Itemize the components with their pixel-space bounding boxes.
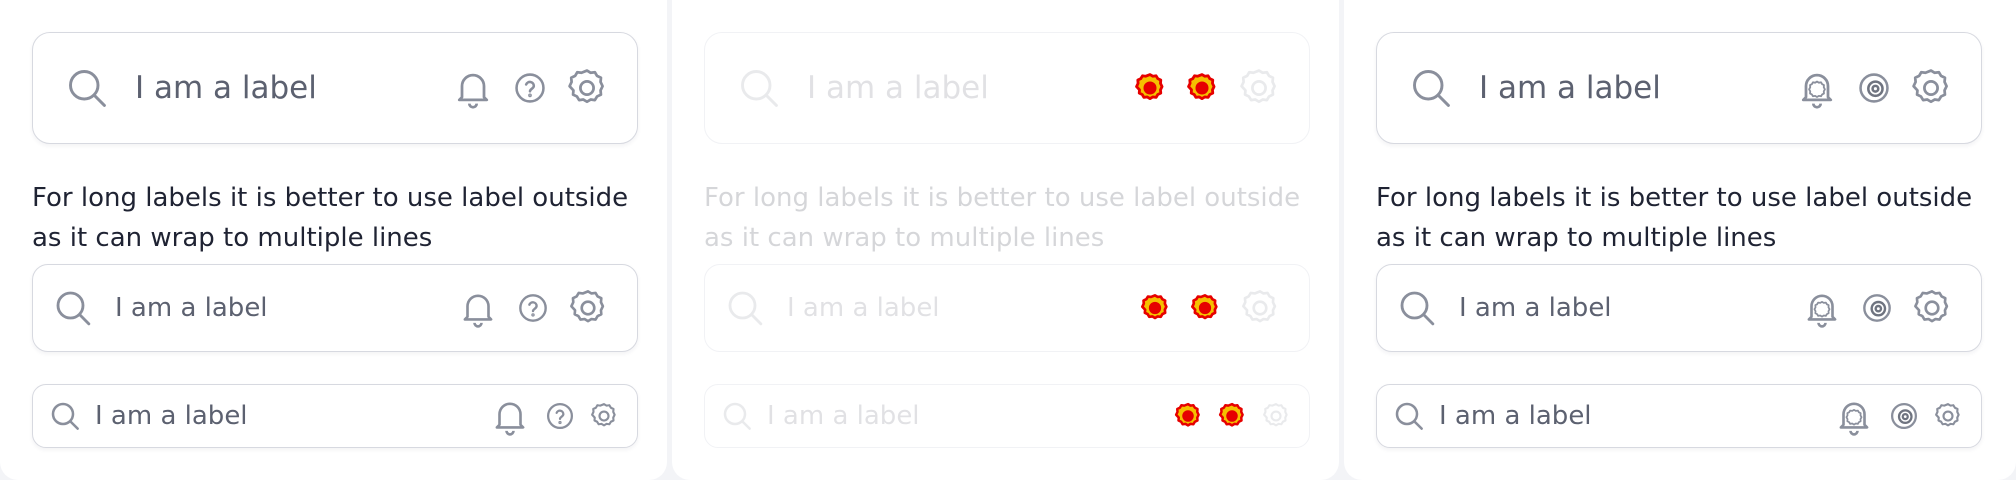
gear-icon[interactable]	[1189, 292, 1221, 324]
bell-icon[interactable]	[1833, 395, 1875, 437]
search-icon	[53, 288, 93, 328]
panel-disabled: I am a label For long labels it is bette…	[672, 0, 1339, 480]
help-circle-icon[interactable]	[545, 401, 575, 431]
gear-icon[interactable]	[1139, 292, 1171, 324]
field-label: I am a label	[787, 293, 940, 323]
search-icon	[1397, 288, 1437, 328]
search-icon	[1409, 66, 1453, 110]
search-field-medium[interactable]: I am a label	[32, 264, 638, 352]
help-circle-icon[interactable]	[1861, 292, 1893, 324]
search-icon	[49, 400, 81, 432]
help-circle-icon[interactable]	[1889, 401, 1919, 431]
helper-text: For long labels it is better to use labe…	[32, 183, 629, 253]
field-label: I am a label	[1479, 70, 1661, 106]
field-label: I am a label	[807, 70, 989, 106]
gear-icon[interactable]	[1909, 66, 1953, 110]
field-label: I am a label	[1459, 293, 1612, 323]
gear-icon[interactable]	[1185, 71, 1219, 105]
search-field-small[interactable]: I am a label	[704, 384, 1310, 448]
gear-icon[interactable]	[1911, 287, 1953, 329]
search-icon	[721, 400, 753, 432]
search-icon	[725, 288, 765, 328]
help-circle-icon[interactable]	[513, 71, 547, 105]
search-field-medium[interactable]: I am a label	[1376, 264, 1982, 352]
search-field-small[interactable]: I am a label	[1376, 384, 1982, 448]
search-icon	[1393, 400, 1425, 432]
bell-icon[interactable]	[1795, 66, 1839, 110]
bell-icon[interactable]	[457, 287, 499, 329]
search-field-small[interactable]: I am a label	[32, 384, 638, 448]
field-label: I am a label	[95, 401, 248, 431]
bell-icon[interactable]	[489, 395, 531, 437]
gear-icon[interactable]	[1133, 71, 1167, 105]
panel-default: I am a label For long labels it is bette…	[0, 0, 667, 480]
canvas: I am a label For long labels it is bette…	[0, 0, 2016, 480]
helper-text: For long labels it is better to use labe…	[704, 183, 1301, 253]
gear-icon[interactable]	[565, 66, 609, 110]
field-label: I am a label	[135, 70, 317, 106]
search-field-medium[interactable]: I am a label	[704, 264, 1310, 352]
help-circle-icon[interactable]	[517, 292, 549, 324]
field-label: I am a label	[1439, 401, 1592, 431]
field-label: I am a label	[767, 401, 920, 431]
gear-icon[interactable]	[1237, 66, 1281, 110]
gear-icon[interactable]	[1217, 401, 1247, 431]
gear-icon[interactable]	[1173, 401, 1203, 431]
helper-text: For long labels it is better to use labe…	[1376, 183, 1973, 253]
bell-icon[interactable]	[451, 66, 495, 110]
gear-icon[interactable]	[589, 401, 619, 431]
gear-icon[interactable]	[1239, 287, 1281, 329]
search-field-large[interactable]: I am a label	[32, 32, 638, 144]
field-label: I am a label	[115, 293, 268, 323]
gear-icon[interactable]	[567, 287, 609, 329]
search-icon	[65, 66, 109, 110]
search-field-large[interactable]: I am a label	[1376, 32, 1982, 144]
search-icon	[737, 66, 781, 110]
bell-icon[interactable]	[1801, 287, 1843, 329]
help-circle-icon[interactable]	[1857, 71, 1891, 105]
gear-icon[interactable]	[1261, 401, 1291, 431]
panel-overlap: I am a label For long labels it is bette…	[1344, 0, 2016, 480]
search-field-large[interactable]: I am a label	[704, 32, 1310, 144]
gear-icon[interactable]	[1933, 401, 1963, 431]
